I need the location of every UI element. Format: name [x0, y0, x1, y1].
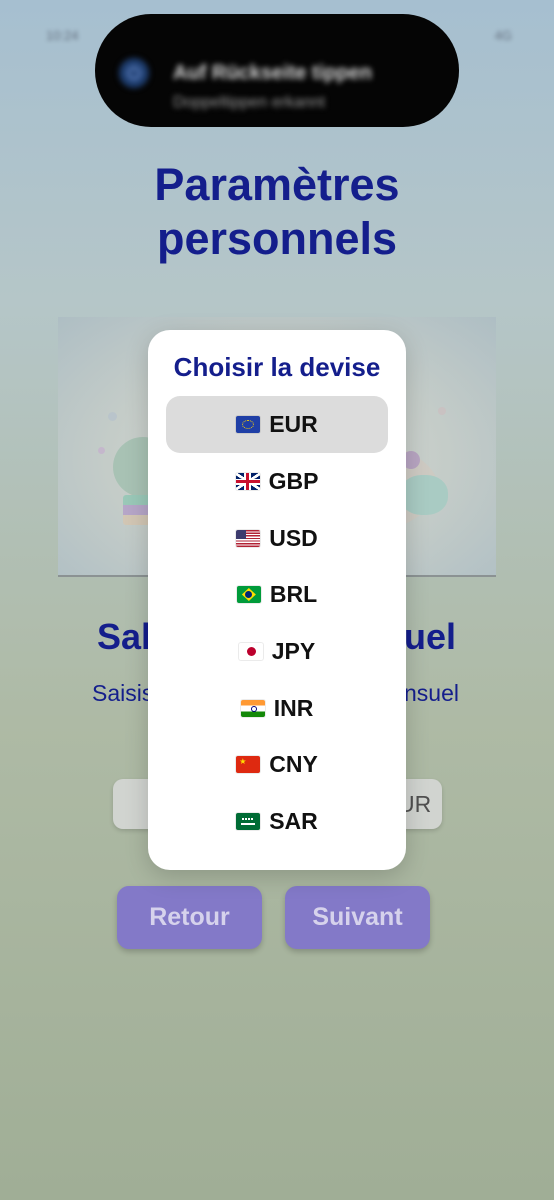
currency-option-usd[interactable]: USD: [166, 510, 388, 567]
japan-flag-icon: [238, 643, 263, 660]
currency-option-label: GBP: [268, 468, 319, 494]
currency-option-label: INR: [273, 695, 314, 721]
currency-option-jpy[interactable]: JPY: [166, 623, 388, 680]
currency-option-gbp[interactable]: GBP: [166, 453, 388, 510]
page-title-line2: personnels: [156, 213, 398, 264]
currency-option-label: JPY: [271, 638, 316, 664]
currency-option-sar[interactable]: SAR: [166, 793, 388, 850]
notification-title: Auf Rückseite tippen: [173, 62, 372, 84]
uk-flag-icon: [235, 473, 260, 490]
us-flag-icon: [236, 530, 261, 547]
india-flag-icon: [240, 700, 265, 717]
currency-option-label: CNY: [269, 751, 318, 777]
currency-option-eur[interactable]: EUR: [166, 396, 388, 453]
accessibility-icon: ⏻: [119, 58, 149, 88]
section-subtitle-left: Saisis: [92, 680, 154, 706]
dynamic-island-notification[interactable]: ⏻ Auf Rückseite tippen Doppeltippen erka…: [95, 14, 459, 127]
brazil-flag-icon: [236, 586, 261, 603]
status-signal: 4G: [494, 28, 512, 43]
page-title: Paramètres personnels: [0, 158, 554, 266]
saudi-flag-icon: [236, 813, 261, 830]
section-title-right: uel: [404, 616, 457, 657]
notification-subtitle: Doppeltippen erkannt: [173, 94, 326, 111]
back-button[interactable]: Retour: [117, 886, 262, 949]
next-button[interactable]: Suivant: [285, 886, 430, 949]
piggy-bank-icon: [400, 475, 448, 515]
currency-option-label: USD: [269, 525, 318, 551]
eu-flag-icon: [236, 416, 261, 433]
currency-option-label: SAR: [269, 808, 318, 834]
page-title-line1: Paramètres: [154, 159, 400, 210]
section-subtitle-right: nsuel: [404, 680, 459, 706]
status-time: 10:24: [46, 28, 79, 43]
china-flag-icon: ★: [236, 756, 261, 773]
currency-option-brl[interactable]: BRL: [166, 566, 388, 623]
currency-picker: Choisir la devise EUR GBP USD BRL JPY IN…: [148, 330, 406, 870]
currency-option-inr[interactable]: INR: [166, 680, 388, 737]
currency-option-label: EUR: [269, 411, 318, 437]
section-title-left: Sal: [97, 616, 152, 657]
currency-picker-title: Choisir la devise: [173, 352, 381, 382]
currency-option-cny[interactable]: ★ CNY: [166, 736, 388, 793]
currency-option-label: BRL: [269, 581, 318, 607]
